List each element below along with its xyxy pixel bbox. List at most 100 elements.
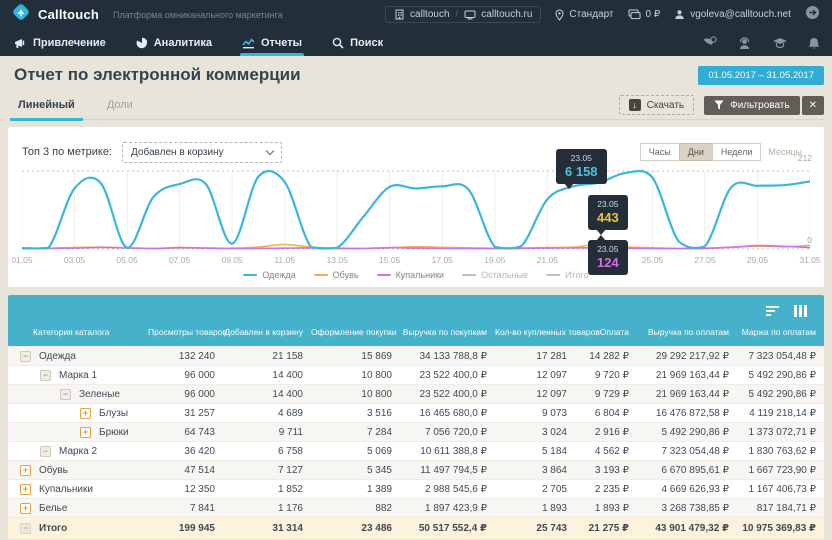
legend-label: Обувь (333, 270, 359, 280)
granularity-weeks[interactable]: Недели (712, 143, 762, 161)
granularity-hours[interactable]: Часы (640, 143, 680, 161)
sort-icon[interactable] (766, 305, 780, 317)
date-range-button[interactable]: 01.05.2017 – 31.05.2017 (698, 66, 824, 85)
x-tick-label: 11.05 (265, 255, 305, 265)
expand-icon[interactable]: + (80, 408, 91, 419)
notifications-icon[interactable] (808, 37, 820, 50)
report-table-body: −Одежда132 24021 15815 86934 133 788,8 ₽… (8, 346, 824, 539)
collapse-icon[interactable]: − (20, 351, 31, 362)
brand[interactable]: Calltouch Платформа омниканального марке… (12, 3, 283, 26)
table-cell: 5 184 (495, 446, 575, 457)
table-cell: 1 897 423,9 ₽ (400, 503, 495, 514)
metric-select[interactable]: Добавлен в корзину (122, 142, 282, 163)
chart-panel: Топ 3 по метрике: Добавлен в корзину Час… (8, 127, 824, 287)
download-button[interactable]: ↓ Скачать (619, 95, 695, 115)
table-cell: 96 000 (148, 389, 223, 400)
category-label[interactable]: Блузы (99, 408, 128, 419)
table-row: −Одежда132 24021 15815 86934 133 788,8 ₽… (8, 346, 824, 365)
table-row: −Итого199 94531 31423 48650 517 552,4 ₽2… (8, 517, 824, 539)
expand-icon[interactable]: + (20, 503, 31, 514)
account-switcher[interactable]: calltouch / calltouch.ru (385, 6, 541, 23)
nav-item-search[interactable]: Поиск (330, 29, 385, 56)
tab-linear[interactable]: Линейный (14, 99, 79, 119)
pie-chart-icon (136, 37, 148, 49)
category-label[interactable]: Купальники (39, 484, 93, 495)
x-tick-label: 29.05 (737, 255, 777, 265)
table-cell: 1 167 406,73 ₽ (737, 484, 824, 495)
table-cell: 14 400 (223, 389, 311, 400)
category-label[interactable]: Обувь (39, 465, 68, 476)
tab-shares[interactable]: Доли (103, 99, 137, 119)
collapse-icon[interactable]: − (40, 446, 51, 457)
columns-icon[interactable] (794, 305, 808, 317)
balance[interactable]: 0 ₽ (628, 9, 661, 20)
table-cell: 10 800 (311, 370, 400, 381)
table-cell: 12 097 (495, 389, 575, 400)
tooltip-shoes: 23.05 443 (588, 195, 628, 230)
x-tick-label: 19.05 (475, 255, 515, 265)
legend-swatch (377, 274, 391, 276)
megaphone-icon (14, 37, 27, 49)
expand-icon[interactable]: + (20, 484, 31, 495)
user-icon (674, 9, 685, 20)
site[interactable]: calltouch.ru (464, 9, 532, 20)
category-label[interactable]: Итого (39, 523, 67, 534)
legend-item[interactable]: Обувь (314, 270, 359, 280)
table-row: +Блузы31 2574 6893 51616 465 680,0 ₽9 07… (8, 403, 824, 422)
table-cell: 47 514 (148, 465, 223, 476)
line-chart[interactable] (22, 165, 810, 253)
legend-item[interactable]: Купальники (377, 270, 445, 280)
table-row: −Марка 196 00014 40010 80023 522 400,0 ₽… (8, 365, 824, 384)
table-cell: 1 830 763,62 ₽ (737, 446, 824, 457)
category-label[interactable]: Марка 2 (59, 446, 97, 457)
nav-item-reports[interactable]: Отчеты (240, 29, 304, 56)
expand-icon[interactable]: + (20, 465, 31, 476)
x-axis-labels: 01.0503.0505.0507.0509.0511.0513.0515.05… (22, 253, 810, 266)
table-cell: 199 945 (148, 523, 223, 534)
pin-icon (555, 9, 564, 21)
metric-label: Топ 3 по метрике: (22, 146, 112, 158)
view-tabs: Линейный Доли ↓ Скачать Фильтровать ✕ (8, 95, 824, 120)
table-cell: 17 281 (495, 351, 575, 362)
category-label[interactable]: Зеленые (79, 389, 120, 400)
legend-item[interactable]: Остальные (462, 270, 528, 280)
education-icon[interactable] (772, 37, 788, 49)
table-cell: 25 743 (495, 523, 575, 534)
category-label[interactable]: Марка 1 (59, 370, 97, 381)
table-cell: 5 069 (311, 446, 400, 457)
table-cell: 43 901 479,32 ₽ (637, 523, 737, 534)
nav-item-analytics[interactable]: Аналитика (134, 29, 214, 56)
collapse-icon[interactable]: − (40, 370, 51, 381)
close-filter-button[interactable]: ✕ (802, 96, 824, 115)
logout-icon[interactable] (805, 5, 820, 25)
y-axis-max: 212 (798, 153, 812, 163)
expand-icon[interactable]: + (80, 427, 91, 438)
legend-item[interactable]: Одежда (243, 270, 295, 280)
account[interactable]: calltouch (394, 9, 449, 20)
table-cell: 5 345 (311, 465, 400, 476)
filter-button[interactable]: Фильтровать (704, 96, 800, 115)
nav-item-attraction[interactable]: Привлечение (12, 29, 108, 56)
table-cell: 2 705 (495, 484, 575, 495)
category-label[interactable]: Белье (39, 503, 67, 514)
category-label[interactable]: Одежда (39, 351, 76, 362)
category-label[interactable]: Брюки (99, 427, 129, 438)
support-icon[interactable] (737, 37, 752, 50)
table-cell: 7 323 054,48 ₽ (737, 351, 824, 362)
callback-widget-icon[interactable] (702, 36, 717, 50)
brand-name: Calltouch (38, 7, 99, 22)
search-icon (332, 37, 344, 49)
legend-swatch (314, 274, 328, 276)
legend-label: Итого (565, 270, 589, 280)
user-account[interactable]: vgoleva@calltouch.net (674, 9, 791, 20)
tariff-plan[interactable]: Стандарт (555, 9, 613, 21)
granularity-days[interactable]: Дни (679, 143, 713, 161)
x-tick-label: 25.05 (632, 255, 672, 265)
legend-item[interactable]: Итого (546, 270, 589, 280)
table-cell: 12 097 (495, 370, 575, 381)
table-row: +Купальники12 3501 8521 3892 988 545,6 ₽… (8, 479, 824, 498)
app-header: Calltouch Платформа омниканального марке… (0, 0, 832, 56)
table-cell: 1 893 ₽ (575, 503, 637, 514)
collapse-icon[interactable]: − (60, 389, 71, 400)
table-cell: 36 420 (148, 446, 223, 457)
